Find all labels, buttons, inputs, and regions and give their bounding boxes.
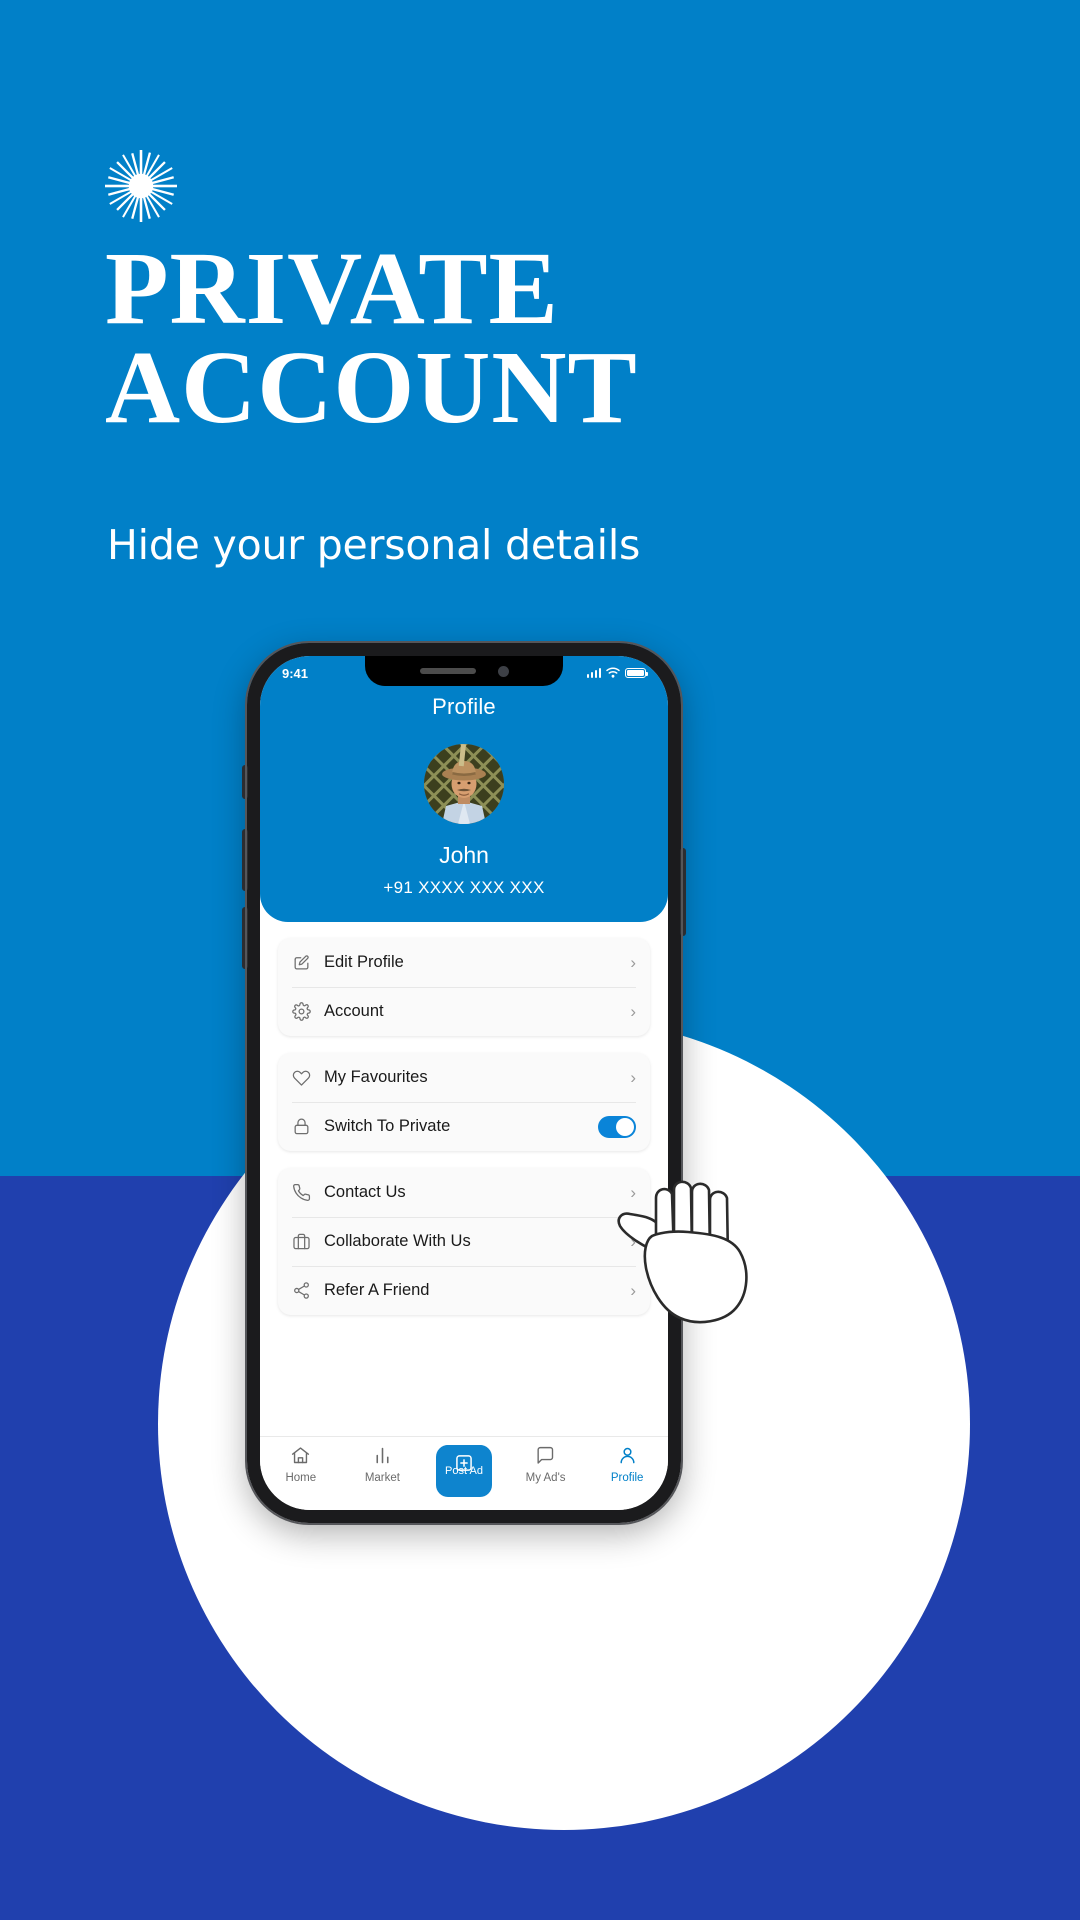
status-icons <box>586 666 649 681</box>
nav-item-label: Post Ad <box>445 1465 483 1477</box>
menu-item-contact-us[interactable]: Contact Us › <box>278 1168 650 1217</box>
menu-item-label: My Favourites <box>324 1068 428 1086</box>
menu-item-account[interactable]: Account › <box>278 987 650 1036</box>
wifi-icon <box>606 666 620 681</box>
menu-group-privacy: My Favourites › Switch To Private <box>278 1053 650 1151</box>
post-ad-button[interactable]: Post Ad <box>435 1445 492 1497</box>
private-mode-toggle[interactable] <box>598 1115 636 1138</box>
status-time: 9:41 <box>282 665 309 681</box>
nav-item-label: Profile <box>610 1472 644 1484</box>
battery-full-icon <box>625 667 649 679</box>
starburst-icon <box>105 150 177 222</box>
phone-screen: 9:41 Profile John +91 XXXX XXX XXX Edit … <box>260 656 668 1510</box>
avatar[interactable] <box>424 744 504 824</box>
bottom-navigation-bar: Home Market Post Ad My Ad's Profile <box>260 1436 668 1510</box>
nav-item-market[interactable]: Market <box>347 1445 417 1484</box>
page-subtitle: Hide your personal details <box>107 521 641 569</box>
phone-power-button <box>680 848 686 936</box>
phone-volume-up-button <box>242 829 248 891</box>
briefcase-icon <box>292 1232 324 1251</box>
menu-item-refer-a-friend[interactable]: Refer A Friend › <box>278 1266 650 1315</box>
nav-item-profile[interactable]: Profile <box>592 1445 662 1484</box>
heart-icon <box>292 1068 324 1087</box>
share-icon <box>292 1281 324 1300</box>
nav-item-home[interactable]: Home <box>266 1445 336 1484</box>
page-title-line1: PRIVATE <box>105 231 559 346</box>
phone-volume-down-button <box>242 907 248 969</box>
menu-item-label: Edit Profile <box>324 953 404 971</box>
profile-menu: Edit Profile › Account › My Favourites ›… <box>260 922 668 1315</box>
phone-mockup: 9:41 Profile John +91 XXXX XXX XXX Edit … <box>242 643 686 1523</box>
nav-item-label: Home <box>285 1472 317 1484</box>
phone-icon <box>292 1183 324 1202</box>
chat-bubble-icon <box>511 1445 581 1469</box>
profile-phone-number: +91 XXXX XXX XXX <box>383 878 545 897</box>
menu-item-collaborate-with-us[interactable]: Collaborate With Us › <box>278 1217 650 1266</box>
chart-bars-icon <box>347 1445 417 1469</box>
menu-group-support: Contact Us › Collaborate With Us › Refer… <box>278 1168 650 1315</box>
menu-item-label: Refer A Friend <box>324 1281 430 1299</box>
front-camera-icon <box>497 665 509 677</box>
earpiece-speaker <box>419 668 476 674</box>
menu-item-label: Contact Us <box>324 1183 406 1201</box>
menu-item-label: Account <box>324 1002 384 1020</box>
menu-item-switch-to-private[interactable]: Switch To Private <box>278 1102 650 1151</box>
phone-mute-switch <box>242 765 248 799</box>
nav-item-label: Market <box>364 1472 400 1484</box>
menu-item-label: Switch To Private <box>324 1117 451 1135</box>
nav-item-label: My Ad's <box>525 1472 566 1484</box>
menu-item-edit-profile[interactable]: Edit Profile › <box>278 938 650 987</box>
profile-header: Profile John +91 XXXX XXX XXX <box>260 656 668 922</box>
gear-icon <box>292 1002 324 1021</box>
nav-item-post-ad[interactable]: Post Ad <box>429 1445 499 1497</box>
chevron-right-icon: › <box>630 1002 636 1021</box>
home-icon <box>266 1445 336 1469</box>
chevron-right-icon: › <box>630 1068 636 1087</box>
phone-notch <box>365 656 563 686</box>
page-title: PRIVATE ACCOUNT <box>105 237 865 445</box>
person-icon <box>592 1445 662 1469</box>
menu-item-label: Collaborate With Us <box>324 1232 471 1250</box>
lock-icon <box>292 1117 324 1136</box>
edit-square-icon <box>292 953 324 972</box>
menu-group-account: Edit Profile › Account › <box>278 938 650 1036</box>
pointing-hand-icon <box>612 1176 792 1336</box>
cellular-signal-icon <box>586 668 601 678</box>
chevron-right-icon: › <box>630 953 636 972</box>
screen-title: Profile <box>432 694 496 719</box>
menu-item-my-favourites[interactable]: My Favourites › <box>278 1053 650 1102</box>
profile-name: John <box>439 842 489 868</box>
nav-item-my-ads[interactable]: My Ad's <box>511 1445 581 1484</box>
page-title-line2: ACCOUNT <box>105 329 638 445</box>
